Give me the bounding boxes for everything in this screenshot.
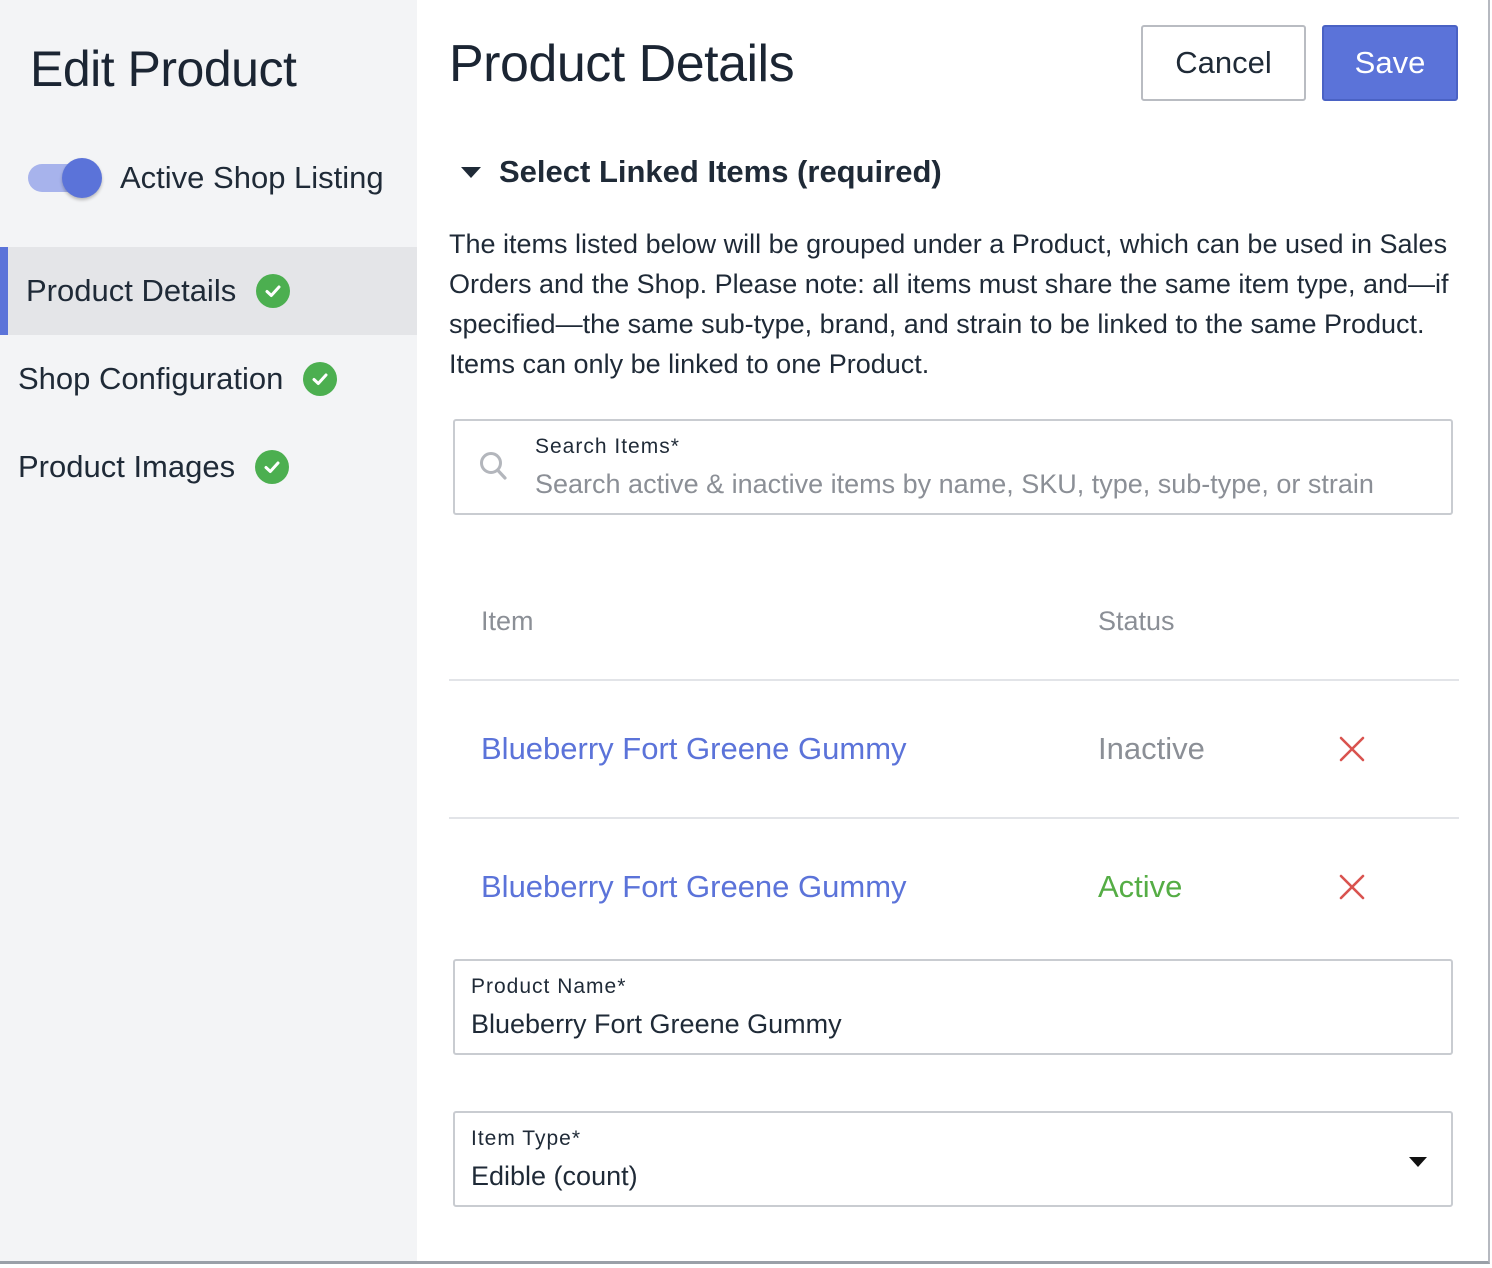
sidebar-item-label: Product Images	[18, 449, 236, 484]
close-icon[interactable]	[1339, 736, 1365, 767]
item-status: Active	[1098, 869, 1183, 904]
sidebar-item-label: Product Details	[26, 273, 237, 308]
check-circle-icon	[303, 362, 338, 396]
sidebar: Edit Product Active Shop Listing Product…	[0, 0, 417, 1261]
sidebar-item-product-images[interactable]: Product Images	[0, 423, 417, 511]
sidebar-item-product-details[interactable]: Product Details	[0, 247, 417, 335]
sidebar-item-shop-configuration[interactable]: Shop Configuration	[0, 335, 417, 423]
save-button[interactable]: Save	[1322, 25, 1458, 101]
chevron-down-icon[interactable]	[1409, 1157, 1427, 1167]
table-divider	[449, 817, 1459, 819]
column-header-item: Item	[481, 606, 534, 636]
sidebar-nav: Product Details Shop Configuration Produ…	[0, 247, 417, 511]
sidebar-item-label: Shop Configuration	[18, 361, 284, 396]
linked-item-link[interactable]: Blueberry Fort Greene Gummy	[481, 731, 907, 767]
active-shop-listing-toggle[interactable]	[28, 158, 102, 198]
caret-down-icon	[461, 166, 481, 178]
active-shop-listing-toggle-row: Active Shop Listing	[28, 156, 384, 200]
search-items-field[interactable]: Search Items* Search active & inactive i…	[453, 419, 1453, 515]
toggle-label: Active Shop Listing	[120, 160, 384, 195]
column-header-status: Status	[1098, 606, 1175, 636]
search-icon	[479, 451, 509, 488]
search-input[interactable]: Search active & inactive items by name, …	[535, 469, 1374, 500]
item-type-select[interactable]: Item Type* Edible (count)	[453, 1111, 1453, 1207]
product-name-field[interactable]: Product Name* Blueberry Fort Greene Gumm…	[453, 959, 1453, 1055]
toggle-knob[interactable]	[62, 158, 102, 198]
page-title: Product Details	[449, 35, 795, 93]
linked-item-link[interactable]: Blueberry Fort Greene Gummy	[481, 869, 907, 905]
linked-items-section-toggle[interactable]: Select Linked Items (required)	[461, 154, 942, 190]
main-panel: Product Details Cancel Save Select Linke…	[417, 0, 1488, 1261]
table-divider	[449, 679, 1459, 681]
item-status: Inactive	[1098, 731, 1205, 766]
section-description: The items listed below will be grouped u…	[449, 229, 1449, 379]
product-name-input[interactable]: Blueberry Fort Greene Gummy	[471, 1009, 842, 1040]
section-title: Select Linked Items (required)	[499, 154, 942, 189]
cancel-button[interactable]: Cancel	[1141, 25, 1306, 101]
close-icon[interactable]	[1339, 874, 1365, 905]
search-items-label: Search Items*	[535, 435, 680, 458]
check-circle-icon	[256, 274, 291, 308]
item-type-label: Item Type*	[471, 1127, 581, 1150]
item-type-value[interactable]: Edible (count)	[471, 1161, 638, 1192]
edit-product-modal: Edit Product Active Shop Listing Product…	[0, 0, 1490, 1264]
sidebar-title: Edit Product	[30, 41, 297, 97]
product-name-label: Product Name*	[471, 975, 627, 998]
check-circle-icon	[255, 450, 290, 484]
